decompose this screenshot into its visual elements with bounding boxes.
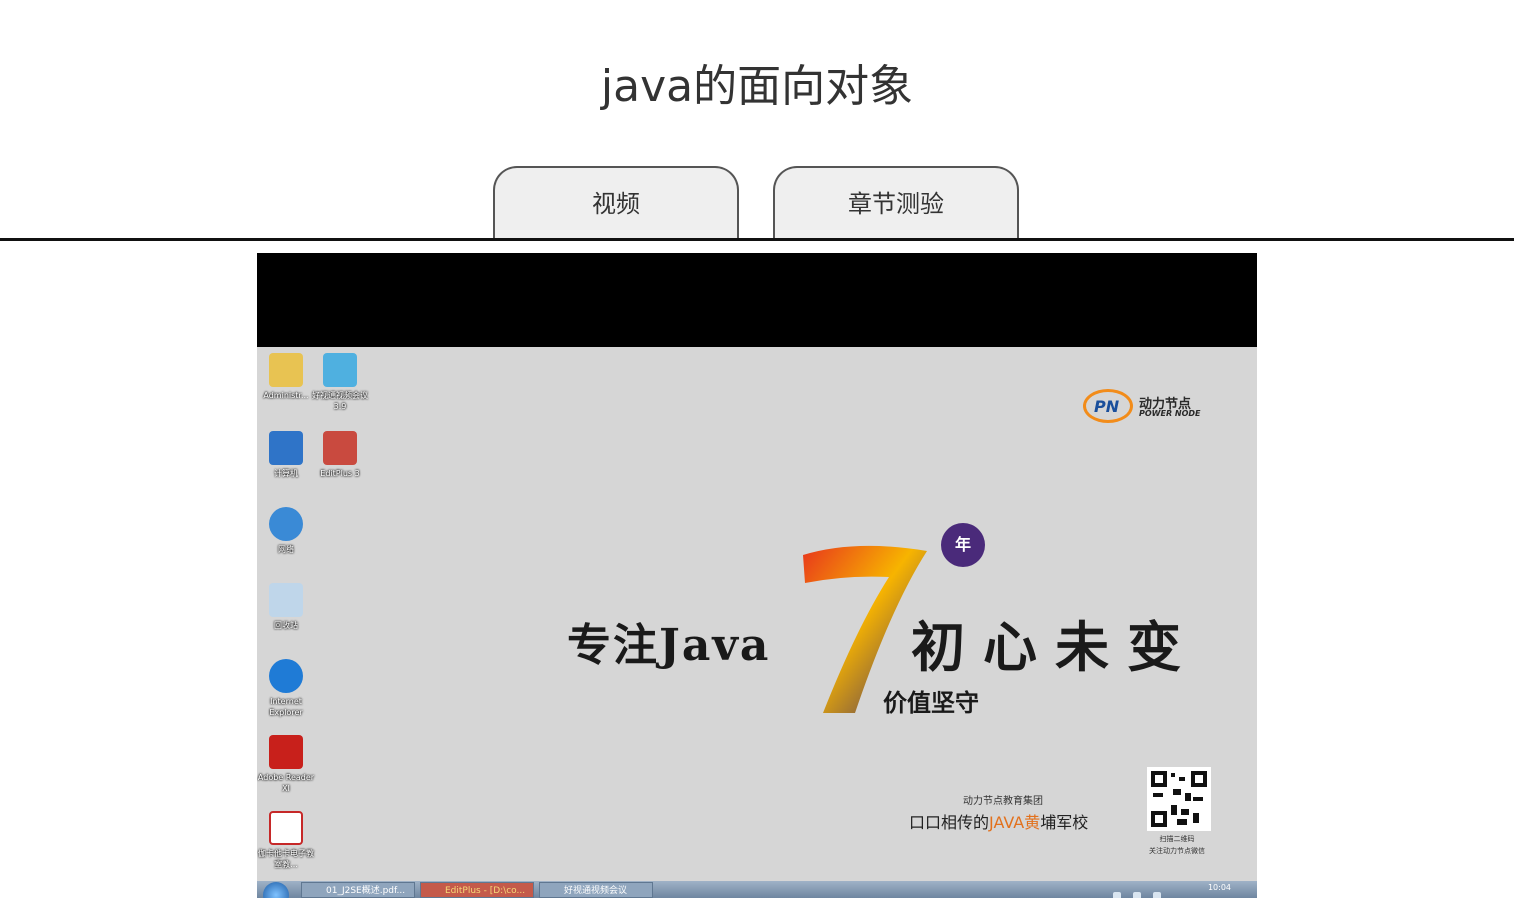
video-meeting-icon <box>323 353 357 387</box>
desktop-icon-classroom: 伽卡他卡电子教室教... <box>257 811 315 870</box>
slogan-left: 专注Java <box>567 620 771 671</box>
desktop-icon-internet-explorer: Internet Explorer <box>257 659 315 718</box>
tray-volume-icon <box>1153 892 1161 898</box>
windows-start-icon <box>263 882 289 898</box>
page-title: java的面向对象 <box>600 61 914 112</box>
power-node-mark-icon: PN <box>1083 389 1133 423</box>
video-player[interactable]: Administr... 好视通视频会议3.9 计算机 EditPlus 3 网… <box>257 253 1257 898</box>
taskbar-item-pdf: 01_J2SE概述.pdf... <box>301 882 415 898</box>
classroom-icon <box>269 811 303 845</box>
desktop-icon-adobe-reader: Adobe Reader XI <box>257 735 315 794</box>
user-folder-icon <box>269 353 303 387</box>
tray-flag-icon <box>1113 892 1121 898</box>
desktop-icon-recycle-bin: 回收站 <box>257 583 315 631</box>
tab-video[interactable]: 视频 <box>493 166 739 238</box>
qr-caption: 扫描二维码 关注动力节点微信 <box>1149 835 1205 855</box>
desktop-icon-video-meeting: 好视通视频会议3.9 <box>311 353 369 412</box>
desktop-icon-administrator: Administr... <box>257 353 315 401</box>
year-badge: 年 <box>941 523 985 567</box>
group-name: 动力节点教育集团 <box>963 796 1043 807</box>
power-node-logo: PN 动力节点 POWER NODE <box>1083 387 1207 427</box>
video-frame-desktop: Administr... 好视通视频会议3.9 计算机 EditPlus 3 网… <box>257 347 1257 898</box>
tab-chapter-quiz[interactable]: 章节测验 <box>773 166 1019 238</box>
desktop-icon-editplus: EditPlus 3 <box>311 431 369 479</box>
motto: 口口相传的JAVA黄埔军校 <box>909 813 1089 832</box>
desktop-icon-computer: 计算机 <box>257 431 315 479</box>
desktop-icon-network: 网络 <box>257 507 315 555</box>
taskbar-item-video-meeting: 好视通视频会议 <box>539 882 653 898</box>
ie-icon <box>269 659 303 693</box>
tray-network-icon <box>1133 892 1141 898</box>
taskbar-clock: 10:04 <box>1207 883 1231 892</box>
tab-divider <box>0 238 1514 241</box>
taskbar: 01_J2SE概述.pdf... EditPlus - [D:\co... 好视… <box>257 881 1257 898</box>
computer-icon <box>269 431 303 465</box>
network-icon <box>269 507 303 541</box>
tab-bar: 视频 章节测验 <box>0 166 1514 240</box>
editplus-icon <box>323 431 357 465</box>
recycle-bin-icon <box>269 583 303 617</box>
qr-code <box>1147 767 1211 831</box>
system-tray <box>1113 885 1197 898</box>
slogan-right: 初心未变 <box>911 615 1199 679</box>
value-text: 价值坚守 <box>883 689 979 717</box>
taskbar-item-editplus: EditPlus - [D:\co... <box>420 882 534 898</box>
adobe-reader-icon <box>269 735 303 769</box>
